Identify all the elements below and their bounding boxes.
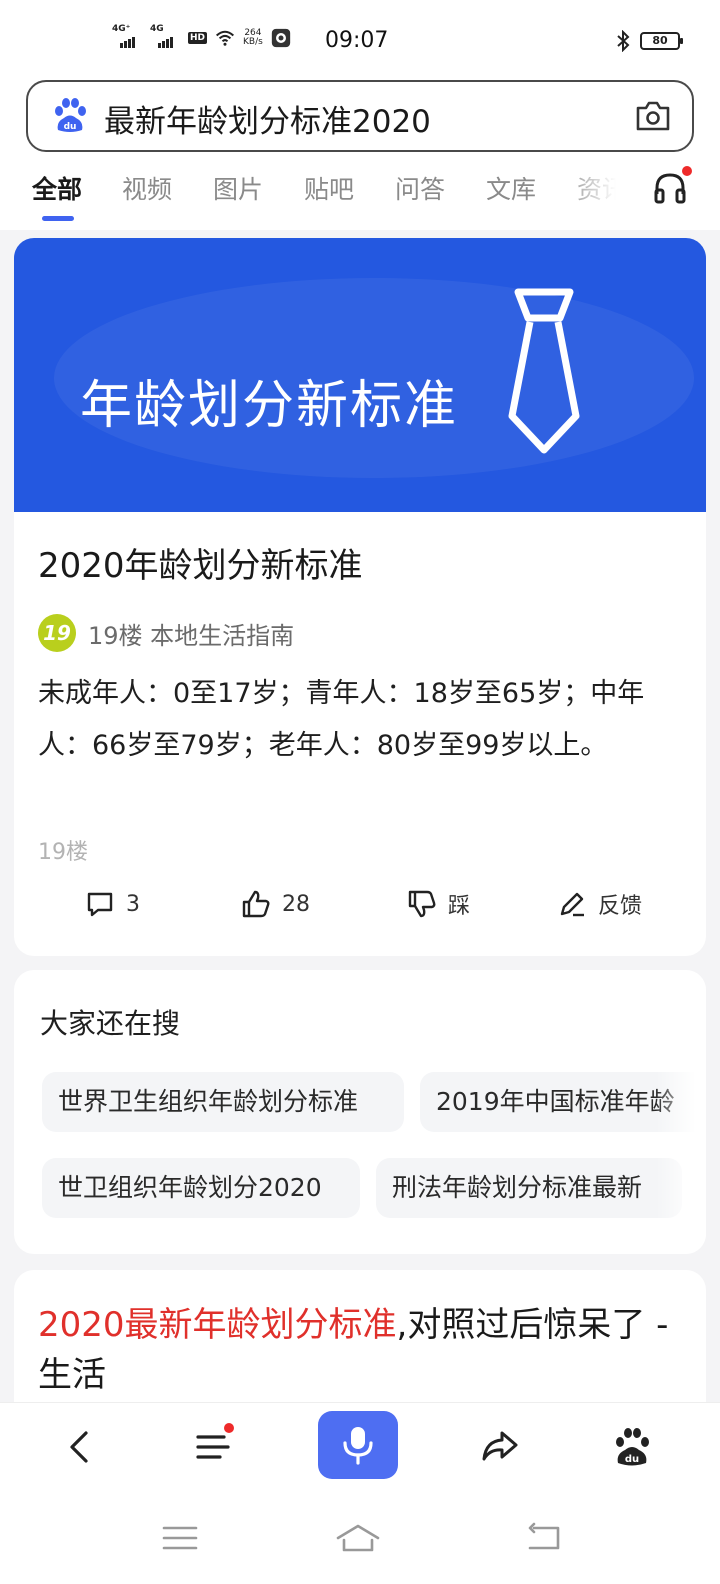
signal-label: 4G⁺ xyxy=(112,24,131,34)
tab-tieba[interactable]: 贴吧 xyxy=(304,170,354,206)
banner-text: 年龄划分新标准 xyxy=(80,376,459,436)
svg-text:du: du xyxy=(625,1454,639,1465)
system-navigation xyxy=(0,1498,720,1584)
share-icon[interactable] xyxy=(476,1423,524,1471)
baidu-home-icon[interactable]: du xyxy=(608,1423,656,1471)
result-site: 19楼 xyxy=(38,840,88,865)
result-banner-image[interactable]: 年龄划分新标准 xyxy=(14,238,706,512)
result-title-highlight: 2020最新年龄划分标准 xyxy=(38,1305,397,1345)
signal-label: 4G xyxy=(150,24,164,34)
signal-icon: 4G xyxy=(150,24,180,48)
chip-fade xyxy=(656,970,706,1254)
baidu-app-icon xyxy=(271,28,290,48)
svg-text:du: du xyxy=(64,122,77,132)
headphone-icon[interactable] xyxy=(652,170,688,206)
search-input[interactable]: 最新年龄划分标准2020 xyxy=(104,96,431,141)
dislike-button[interactable]: 踩 xyxy=(406,888,470,920)
battery-icon: 80 xyxy=(640,32,683,50)
signal-icon: 4G⁺ xyxy=(112,24,142,48)
tab-qa[interactable]: 问答 xyxy=(395,170,445,206)
status-left: 4G⁺ 4G HD 264 KB/s xyxy=(112,24,291,48)
thumbs-up-icon xyxy=(242,890,270,918)
wifi-icon xyxy=(216,30,235,46)
tab-image[interactable]: 图片 xyxy=(213,170,263,206)
notification-dot xyxy=(682,166,692,176)
pencil-icon xyxy=(560,892,584,917)
result-snippet: 未成年人：0至17岁；青年人：18岁至65岁；中年人：66岁至79岁；老年人：8… xyxy=(38,678,645,761)
tab-all[interactable]: 全部 xyxy=(32,170,82,206)
status-bar: 4G⁺ 4G HD 264 KB/s 09:07 80 xyxy=(0,0,720,80)
net-speed-unit: KB/s xyxy=(243,37,263,47)
related-searches-card: 大家还在搜 世界卫生组织年龄划分标准 2019年中国标准年龄 世卫组织年龄划分2… xyxy=(14,970,706,1254)
baidu-paw-icon[interactable]: du xyxy=(50,96,90,136)
bluetooth-icon xyxy=(617,30,630,52)
back-icon[interactable] xyxy=(56,1423,104,1471)
result-actions: 3 28 踩 反馈 xyxy=(14,888,706,928)
status-right: 80 xyxy=(616,30,683,52)
tab-wenku[interactable]: 文库 xyxy=(486,170,536,206)
tab-video[interactable]: 视频 xyxy=(122,170,172,206)
result-title[interactable]: 2020最新年龄划分标准,对照过后惊呆了 - 生活 xyxy=(38,1300,688,1400)
tie-icon xyxy=(508,288,580,454)
tab-active-indicator xyxy=(42,216,74,221)
related-chip[interactable]: 刑法年龄划分标准最新 xyxy=(376,1158,682,1218)
comment-icon xyxy=(87,892,113,917)
recent-apps-icon[interactable] xyxy=(160,1520,200,1556)
related-chip[interactable]: 世界卫生组织年龄划分标准 xyxy=(42,1072,404,1132)
clock: 09:07 xyxy=(325,28,389,53)
search-box[interactable]: du 最新年龄划分标准2020 xyxy=(26,80,694,152)
related-title: 大家还在搜 xyxy=(40,1007,181,1040)
source-name: 19楼 本地生活指南 xyxy=(88,621,295,650)
tab-fade xyxy=(560,156,640,230)
thumbs-down-icon xyxy=(408,890,436,918)
camera-icon[interactable] xyxy=(634,98,672,134)
result-card[interactable]: 2020最新年龄划分标准,对照过后惊呆了 - 生活 xyxy=(14,1270,706,1410)
result-source[interactable]: 19 19楼 本地生活指南 xyxy=(38,614,294,652)
like-button[interactable]: 28 xyxy=(240,888,310,920)
dislike-label: 踩 xyxy=(448,894,471,919)
hd-badge: HD xyxy=(188,32,208,44)
voice-search-button[interactable] xyxy=(318,1411,398,1479)
search-area: du 最新年龄划分标准2020 xyxy=(0,80,720,156)
notification-dot xyxy=(224,1423,234,1433)
result-card[interactable]: 年龄划分新标准 2020年龄划分新标准 19 19楼 本地生活指南 未成年人：0… xyxy=(14,238,706,956)
bottom-toolbar: du xyxy=(0,1402,720,1498)
back-nav-icon[interactable] xyxy=(524,1520,564,1556)
related-chip[interactable]: 世卫组织年龄划分2020 xyxy=(42,1158,360,1218)
comment-count: 3 xyxy=(126,891,140,917)
feedback-label: 反馈 xyxy=(598,894,643,919)
comment-button[interactable]: 3 xyxy=(84,888,140,920)
home-icon[interactable] xyxy=(334,1520,382,1556)
microphone-icon xyxy=(343,1427,373,1465)
like-count: 28 xyxy=(282,891,310,917)
net-speed: 264 KB/s xyxy=(243,29,263,47)
feedback-button[interactable]: 反馈 xyxy=(556,888,642,920)
result-title[interactable]: 2020年龄划分新标准 xyxy=(38,538,363,587)
source-logo: 19 xyxy=(38,614,76,652)
search-tabs: 全部 视频 图片 贴吧 问答 文库 资讯 xyxy=(0,156,720,230)
